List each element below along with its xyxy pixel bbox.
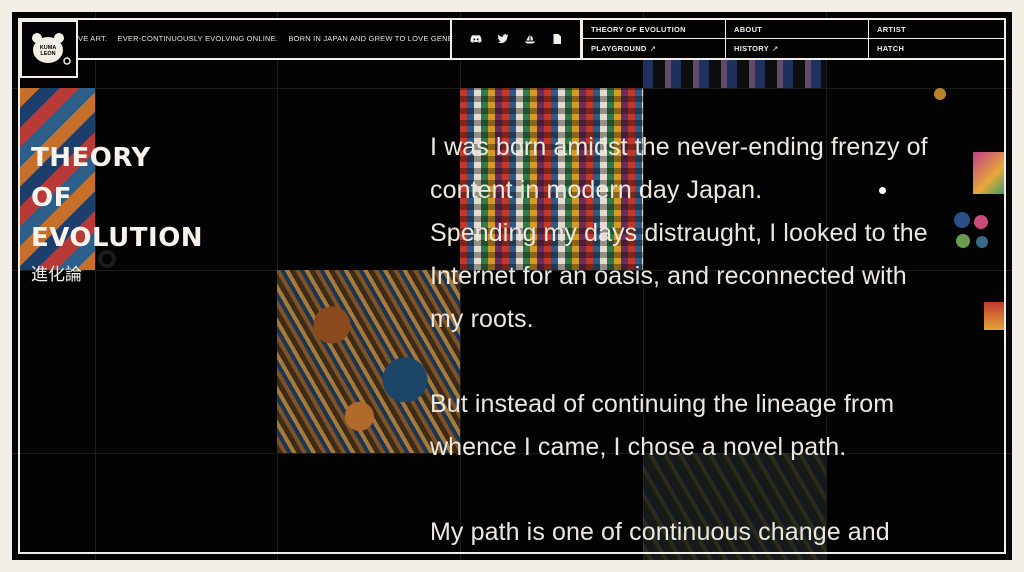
title-line: THEORY [31,143,151,173]
nav-hatch[interactable]: HATCH [868,39,1004,58]
art-decoration [934,88,946,100]
page-title: THEORY OF EVOLUTION 進化論 [31,138,203,285]
story-line: My path is one of continuous change and [430,518,890,546]
story-line: Spending my days distraught, I looked to… [430,219,928,247]
nav-label: THEORY OF EVOLUTION [591,24,686,34]
kuma-leon-logo[interactable]: KUMA LEON [20,20,78,78]
nav-about[interactable]: ABOUT [725,20,868,39]
story-line: But instead of continuing the lineage fr… [430,390,895,418]
art-tile [643,60,826,88]
page-frame: VE ART. EVER-CONTINUOUSLY EVOLVING ONLIN… [12,12,1012,560]
ticker-text: VE ART. [78,34,108,43]
story-line: my roots. [430,305,534,333]
nav-label: HATCH [877,44,905,53]
story-text: I was born amidst the never-ending frenz… [430,126,1004,560]
title-line: OF [31,183,72,213]
story-paragraph: But instead of continuing the lineage fr… [430,383,1004,469]
nav-label: ARTIST [877,24,906,34]
main-nav: THEORY OF EVOLUTION ABOUT ARTIST PLAYGRO… [582,20,1004,58]
story-line: I was born amidst the never-ending frenz… [430,133,928,161]
nav-label: PLAYGROUND [591,44,647,53]
story-line: whence I came, I chose a novel path. [430,433,847,461]
discord-icon[interactable] [469,33,482,45]
bear-logo-icon: KUMA LEON [32,33,71,65]
cursor-dot [879,187,886,194]
nav-label: ABOUT [734,24,763,34]
opensea-icon[interactable] [524,33,536,45]
nav-theory-of-evolution[interactable]: THEORY OF EVOLUTION [582,20,725,39]
story-line: Internet for an oasis, and reconnected w… [430,262,907,290]
story-paragraph: I was born amidst the never-ending frenz… [430,126,1004,341]
title-line: EVOLUTION [31,223,204,253]
external-link-icon: ↗ [649,44,657,53]
external-link-icon: ↗ [772,44,779,53]
site-header: VE ART. EVER-CONTINUOUSLY EVOLVING ONLIN… [20,20,1004,60]
social-links [450,20,582,58]
marquee-ticker: VE ART. EVER-CONTINUOUSLY EVOLVING ONLIN… [78,20,458,58]
logo-text: LEON [40,51,55,57]
nav-playground[interactable]: PLAYGROUND ↗ [582,39,725,58]
document-icon[interactable] [551,33,563,45]
nav-label: HISTORY [734,44,770,53]
ticker-text: EVER-CONTINUOUSLY EVOLVING ONLINE. [117,34,279,43]
title-japanese: 進化論 [31,265,82,285]
twitter-icon[interactable] [497,33,509,45]
ticker-text: BORN IN JAPAN AND GREW TO LOVE GENE [288,34,453,43]
grid-line [95,12,96,560]
nav-artist[interactable]: ARTIST [868,20,1004,39]
story-line: content in modern day Japan. [430,176,763,204]
nav-history[interactable]: HISTORY ↗ [725,39,868,58]
story-paragraph: My path is one of continuous change and [430,511,1004,554]
